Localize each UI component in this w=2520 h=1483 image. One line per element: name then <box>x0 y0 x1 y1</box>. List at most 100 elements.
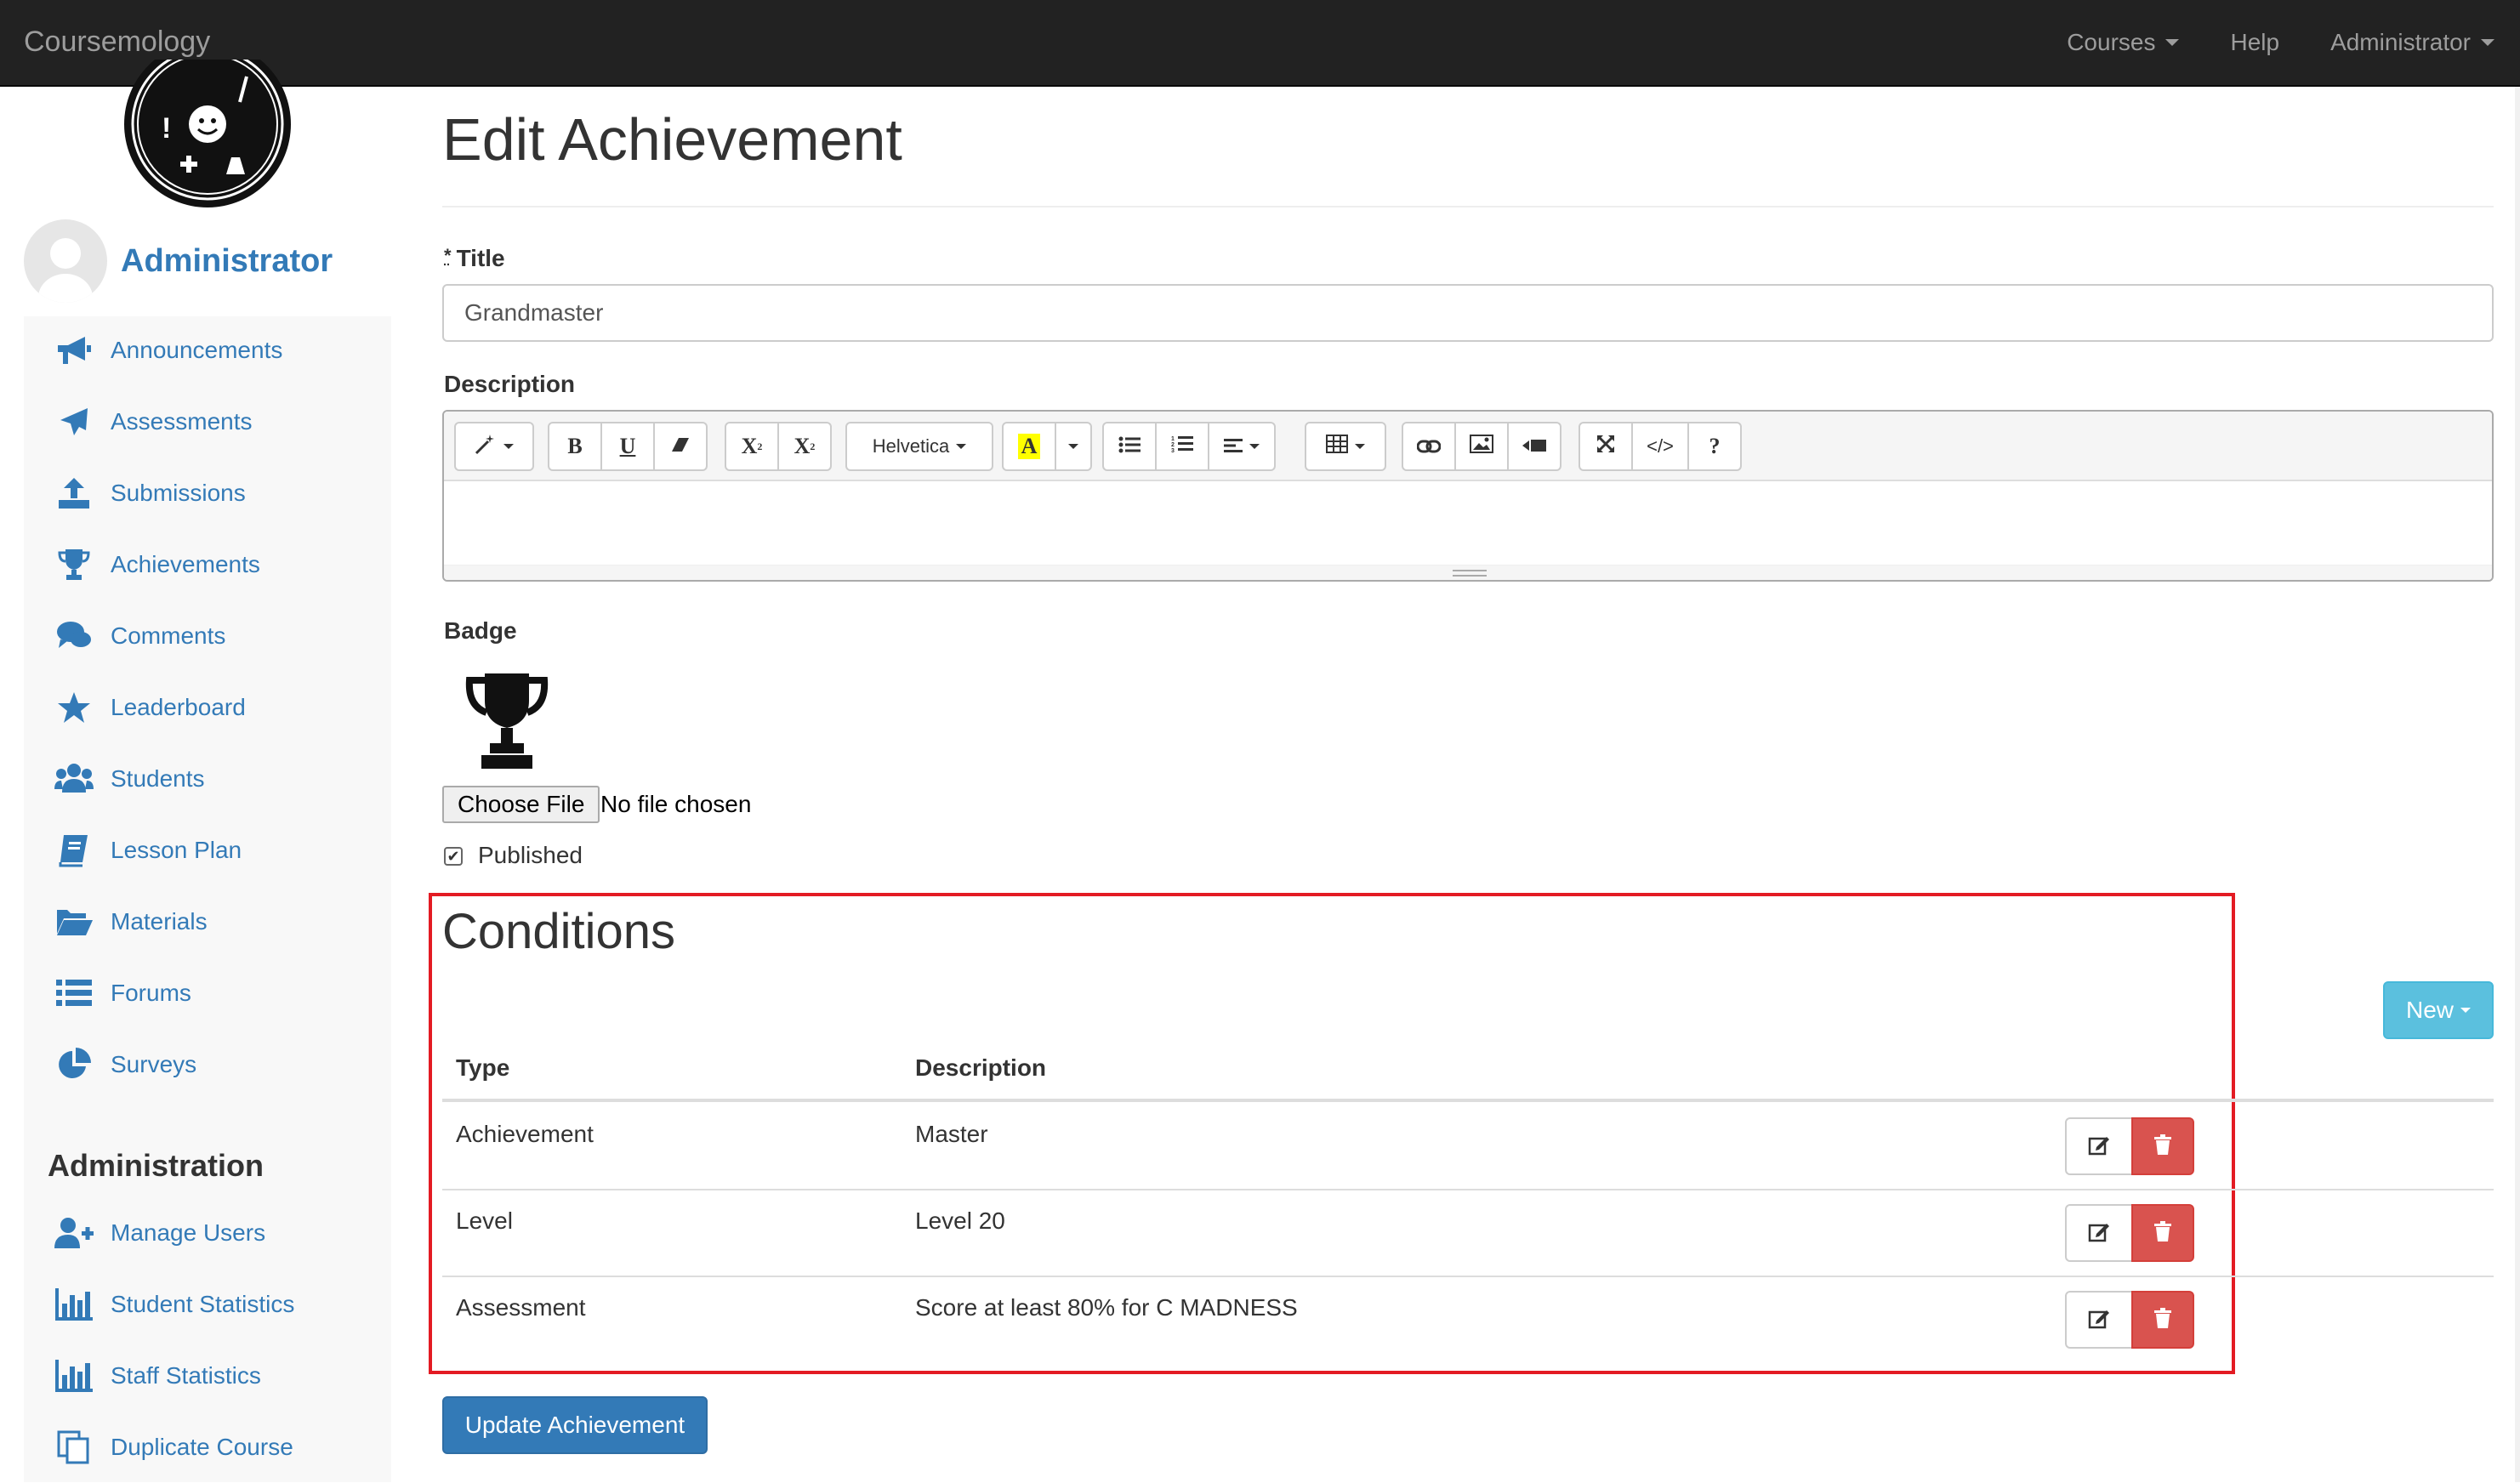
color-dropdown-button[interactable] <box>1055 422 1092 471</box>
plane-icon <box>54 402 94 441</box>
nav-administrator-dropdown[interactable]: Administrator <box>2305 29 2520 56</box>
sidebar-item-surveys[interactable]: Surveys <box>24 1029 391 1100</box>
condition-description-cell: Level 20 <box>915 1207 1005 1235</box>
sidebar-item-duplicate-course[interactable]: Duplicate Course <box>24 1412 391 1483</box>
sidebar-item-submissions[interactable]: Submissions <box>24 457 391 529</box>
new-condition-button[interactable]: New <box>2383 981 2494 1039</box>
sidebar-item-lesson-plan[interactable]: Lesson Plan <box>24 815 391 886</box>
fullscreen-button[interactable] <box>1579 422 1633 471</box>
chevron-down-icon <box>1068 444 1078 449</box>
delete-condition-button[interactable] <box>2131 1117 2194 1175</box>
align-dropdown-button[interactable] <box>1208 422 1276 471</box>
conditions-highlight-box <box>429 893 2235 1374</box>
megaphone-icon <box>54 331 94 370</box>
delete-condition-button[interactable] <box>2131 1291 2194 1349</box>
delete-condition-button[interactable] <box>2131 1204 2194 1262</box>
chevron-down-icon <box>2481 39 2494 46</box>
bold-button[interactable]: B <box>548 422 602 471</box>
picture-icon <box>1470 434 1493 459</box>
sidebar-user: Administrator <box>24 219 333 303</box>
user-plus-icon <box>54 1213 94 1253</box>
sidebar-item-label: Submissions <box>111 480 246 507</box>
editor-resize-handle[interactable] <box>444 565 2492 580</box>
underline-button[interactable]: U <box>600 422 655 471</box>
toolbar-group-fontname: Helvetica <box>845 422 993 471</box>
sidebar-item-comments[interactable]: Comments <box>24 600 391 672</box>
published-checkbox[interactable]: ✔ <box>444 847 463 866</box>
conditions-title: Conditions <box>442 903 675 960</box>
avatar[interactable] <box>24 219 107 303</box>
nav-courses-dropdown[interactable]: Courses <box>2041 29 2204 56</box>
sidebar-item-announcements[interactable]: Announcements <box>24 315 391 386</box>
copy-icon <box>54 1428 94 1467</box>
sidebar-item-manage-users[interactable]: Manage Users <box>24 1197 391 1269</box>
title-label-text: Title <box>457 245 505 271</box>
toolbar-group-insert <box>1402 422 1561 471</box>
sidebar-item-materials[interactable]: Materials <box>24 886 391 957</box>
edit-condition-button[interactable] <box>2065 1204 2133 1262</box>
ordered-list-button[interactable]: 123 <box>1155 422 1209 471</box>
update-achievement-button[interactable]: Update Achievement <box>442 1396 708 1454</box>
insert-video-button[interactable] <box>1507 422 1561 471</box>
insert-picture-button[interactable] <box>1454 422 1509 471</box>
table-dropdown-button[interactable] <box>1305 422 1386 471</box>
svg-text:!: ! <box>162 112 171 145</box>
title-label: * Title <box>444 245 505 272</box>
folder-open-icon <box>54 902 94 941</box>
sidebar-item-student-statistics[interactable]: Student Statistics <box>24 1269 391 1340</box>
toolbar-group-paragraph: 123 <box>1102 422 1276 471</box>
sidebar-user-name[interactable]: Administrator <box>121 243 333 280</box>
brand-logo-text[interactable]: Coursemology <box>24 26 210 59</box>
condition-description-cell: Score at least 80% for C MADNESS <box>915 1294 1298 1321</box>
sidebar-item-staff-statistics[interactable]: Staff Statistics <box>24 1340 391 1412</box>
nav-help-link[interactable]: Help <box>2204 29 2305 56</box>
edit-icon <box>2088 1220 2110 1247</box>
sidebar-item-label: Student Statistics <box>111 1291 294 1318</box>
table-header-description: Description <box>915 1054 1046 1082</box>
published-label[interactable]: Published <box>478 842 583 869</box>
chevron-down-icon <box>2460 1008 2471 1013</box>
chevron-down-icon <box>2165 39 2179 46</box>
sidebar-item-leaderboard[interactable]: Leaderboard <box>24 672 391 743</box>
table-header-type: Type <box>456 1054 509 1082</box>
clear-format-button[interactable] <box>653 422 708 471</box>
sidebar-item-students[interactable]: Students <box>24 743 391 815</box>
sidebar-item-forums[interactable]: Forums <box>24 957 391 1029</box>
svg-text:3: 3 <box>1171 448 1175 453</box>
file-status-text: No file chosen <box>600 791 751 818</box>
edit-condition-button[interactable] <box>2065 1117 2133 1175</box>
bar-chart-icon <box>54 1285 94 1324</box>
sidebar-item-assessments[interactable]: Assessments <box>24 386 391 457</box>
subscript-button[interactable]: X2 <box>777 422 832 471</box>
list-icon <box>54 974 94 1013</box>
sidebar-item-achievements[interactable]: Achievements <box>24 529 391 600</box>
code-view-button[interactable]: </> <box>1631 422 1689 471</box>
highlight-color-button[interactable]: A <box>1002 422 1056 471</box>
insert-link-button[interactable] <box>1402 422 1456 471</box>
svg-text:1: 1 <box>1171 436 1175 442</box>
unordered-list-button[interactable] <box>1102 422 1157 471</box>
font-family-dropdown[interactable]: Helvetica <box>845 422 993 471</box>
eraser-icon <box>670 434 691 459</box>
users-icon <box>54 759 94 798</box>
toolbar-group-table <box>1305 422 1386 471</box>
page-scrollbar[interactable] <box>2515 87 2520 1482</box>
title-input[interactable] <box>442 284 2494 342</box>
sidebar-item-label: Students <box>111 765 205 793</box>
edit-condition-button[interactable] <box>2065 1291 2133 1349</box>
magic-wand-icon <box>475 433 497 461</box>
superscript-button[interactable]: X2 <box>725 422 779 471</box>
sidebar-item-label: Forums <box>111 980 191 1007</box>
highlight-a-label: A <box>1018 434 1041 459</box>
new-condition-label: New <box>2406 997 2454 1024</box>
expand-icon <box>1596 434 1615 459</box>
help-button[interactable]: ? <box>1687 422 1742 471</box>
badge-label: Badge <box>444 617 517 645</box>
video-icon <box>1522 434 1546 459</box>
choose-file-button[interactable]: Choose File <box>442 786 600 823</box>
magic-style-button[interactable] <box>454 422 534 471</box>
description-label: Description <box>444 371 575 398</box>
description-editable-area[interactable] <box>444 481 2492 566</box>
superscript-label: X <box>742 434 758 459</box>
table-icon <box>1326 434 1348 459</box>
